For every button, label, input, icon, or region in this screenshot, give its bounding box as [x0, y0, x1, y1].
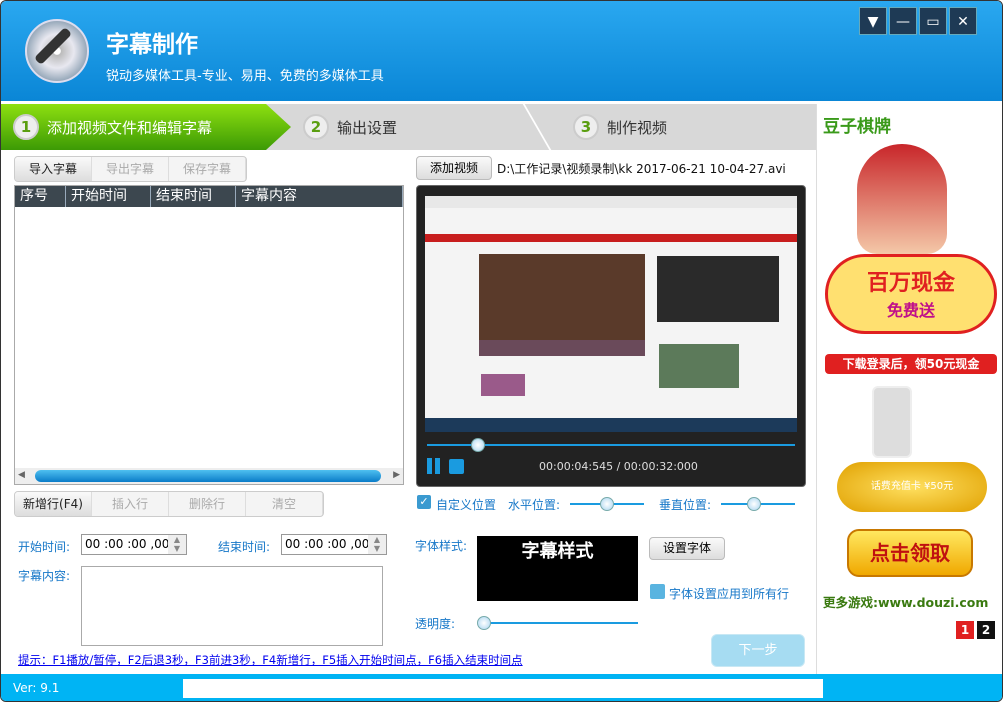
ad-promo: 下载登录后，领50元现金 [825, 354, 997, 374]
col-end[interactable]: 结束时间 [151, 186, 236, 207]
app-subtitle: 锐动多媒体工具-专业、易用、免费的多媒体工具 [106, 69, 384, 84]
horizontal-scrollbar[interactable]: ◀ ▶ [15, 468, 403, 484]
ad-claim-button[interactable]: 点击领取 [847, 529, 973, 577]
ad-panel[interactable]: 豆子棋牌 百万现金 免费送 下载登录后，领50元现金 话费充值卡 ¥50元 点击… [816, 104, 1002, 674]
step-label: 输出设置 [337, 118, 398, 137]
ad-page-1[interactable]: 1 [956, 621, 974, 639]
step-label: 制作视频 [607, 118, 668, 137]
maximize-button[interactable]: ▭ [919, 7, 947, 35]
subtitle-table: 序号 开始时间 结束时间 字幕内容 ◀ ▶ [14, 185, 404, 485]
table-header: 序号 开始时间 结束时间 字幕内容 [15, 186, 403, 207]
title-bar: 字幕制作 锐动多媒体工具-专业、易用、免费的多媒体工具 ▼ — ▭ ✕ [1, 1, 1002, 101]
insert-row-button[interactable]: 插入行 [92, 492, 169, 516]
end-time-label: 结束时间: [218, 540, 271, 554]
apply-all-label: 字体设置应用到所有行 [669, 587, 790, 601]
subtitle-toolbar: 导入字幕 导出字幕 保存字幕 [14, 156, 247, 182]
col-content[interactable]: 字幕内容 [236, 186, 403, 207]
app-logo-icon [25, 19, 89, 83]
status-bar: Ver: 9.1 [1, 674, 1002, 701]
scroll-left-icon[interactable]: ◀ [18, 470, 25, 480]
spinner-arrows-icon[interactable]: ▲ ▼ [168, 535, 186, 554]
ad-character-image [857, 144, 947, 254]
version-label: Ver: 9.1 [13, 681, 60, 695]
custom-position-checkbox[interactable]: ✓ [417, 495, 431, 509]
step-1[interactable]: 1 添加视频文件和编辑字幕 [1, 104, 291, 150]
horizontal-position-label: 水平位置: [508, 498, 561, 512]
ad-brand: 豆子棋牌 [823, 117, 891, 137]
content-label: 字幕内容: [18, 569, 71, 583]
opacity-slider[interactable] [479, 622, 638, 624]
vertical-slider-knob[interactable] [747, 497, 761, 511]
add-row-button[interactable]: 新增行(F4) [15, 492, 92, 516]
step-divider [522, 104, 552, 150]
ad-coins-card: 话费充值卡 ¥50元 [837, 462, 987, 512]
app-title: 字幕制作 [106, 32, 198, 58]
end-time-value: 00 :00 :00 ,000 [285, 537, 378, 551]
apply-all-checkbox[interactable] [650, 584, 665, 599]
pause-icon[interactable] [427, 458, 432, 474]
ad-banner: 百万现金 免费送 [825, 254, 997, 334]
custom-position-label: 自定义位置 [436, 498, 497, 512]
playback-time: 00:00:04:545 / 00:00:32:000 [539, 460, 698, 473]
set-font-button[interactable]: 设置字体 [649, 537, 725, 560]
minimize-button[interactable]: — [889, 7, 917, 35]
ad-banner-subtext: 免费送 [886, 301, 935, 320]
step-number: 1 [13, 114, 39, 140]
ad-more-games-link[interactable]: 更多游戏:www.douzi.com [823, 592, 988, 611]
video-path: D:\工作记录\视频录制\kk 2017-06-21 10-04-27.avi [497, 162, 786, 176]
import-subtitle-button[interactable]: 导入字幕 [15, 157, 92, 181]
col-start[interactable]: 开始时间 [66, 186, 151, 207]
video-preview[interactable] [425, 196, 797, 432]
video-player: 00:00:04:545 / 00:00:32:000 [416, 185, 806, 487]
export-subtitle-button[interactable]: 导出字幕 [92, 157, 169, 181]
content-textarea[interactable] [81, 566, 383, 646]
scroll-right-icon[interactable]: ▶ [393, 470, 400, 480]
app-window: 字幕制作 锐动多媒体工具-专业、易用、免费的多媒体工具 ▼ — ▭ ✕ 1 添加视… [0, 0, 1003, 702]
save-subtitle-button[interactable]: 保存字幕 [169, 157, 246, 181]
next-step-button[interactable]: 下一步 [711, 634, 805, 667]
step-3[interactable]: 3 制作视频 [573, 104, 667, 150]
start-time-value: 00 :00 :00 ,000 [85, 537, 178, 551]
end-time-input[interactable]: 00 :00 :00 ,000 ▲ ▼ [281, 534, 387, 555]
font-style-label: 字体样式: [415, 539, 468, 553]
start-time-input[interactable]: 00 :00 :00 ,000 ▲ ▼ [81, 534, 187, 555]
status-progress-bar [183, 679, 823, 698]
add-video-button[interactable]: 添加视频 [416, 156, 492, 180]
step-2[interactable]: 2 输出设置 [303, 104, 397, 150]
step-number: 2 [303, 114, 329, 140]
start-time-label: 开始时间: [18, 540, 71, 554]
step-bar: 1 添加视频文件和编辑字幕 2 输出设置 3 制作视频 [1, 104, 816, 150]
menu-dropdown-button[interactable]: ▼ [859, 7, 887, 35]
opacity-slider-knob[interactable] [477, 616, 491, 630]
ad-phone-image [872, 386, 912, 458]
ad-page-2[interactable]: 2 [977, 621, 995, 639]
row-toolbar: 新增行(F4) 插入行 删除行 清空 [14, 491, 324, 517]
vertical-position-label: 垂直位置: [659, 498, 712, 512]
stop-icon[interactable] [449, 459, 464, 474]
col-index[interactable]: 序号 [15, 186, 66, 207]
scrollbar-thumb[interactable] [35, 470, 381, 482]
clear-button[interactable]: 清空 [246, 492, 323, 516]
font-preview: 字幕样式 [477, 536, 638, 601]
pause-icon-bar[interactable] [435, 458, 440, 474]
delete-row-button[interactable]: 删除行 [169, 492, 246, 516]
step-number: 3 [573, 114, 599, 140]
opacity-label: 透明度: [415, 617, 456, 631]
horizontal-slider-knob[interactable] [600, 497, 614, 511]
close-button[interactable]: ✕ [949, 7, 977, 35]
spinner-arrows-icon[interactable]: ▲ ▼ [368, 535, 386, 554]
ad-banner-text: 百万现金 [866, 271, 955, 296]
step-label: 添加视频文件和编辑字幕 [47, 118, 213, 137]
shortcut-hint-link[interactable]: 提示：F1播放/暂停，F2后退3秒，F3前进3秒，F4新增行，F5插入开始时间点… [18, 652, 523, 668]
seek-slider-knob[interactable] [471, 438, 485, 452]
